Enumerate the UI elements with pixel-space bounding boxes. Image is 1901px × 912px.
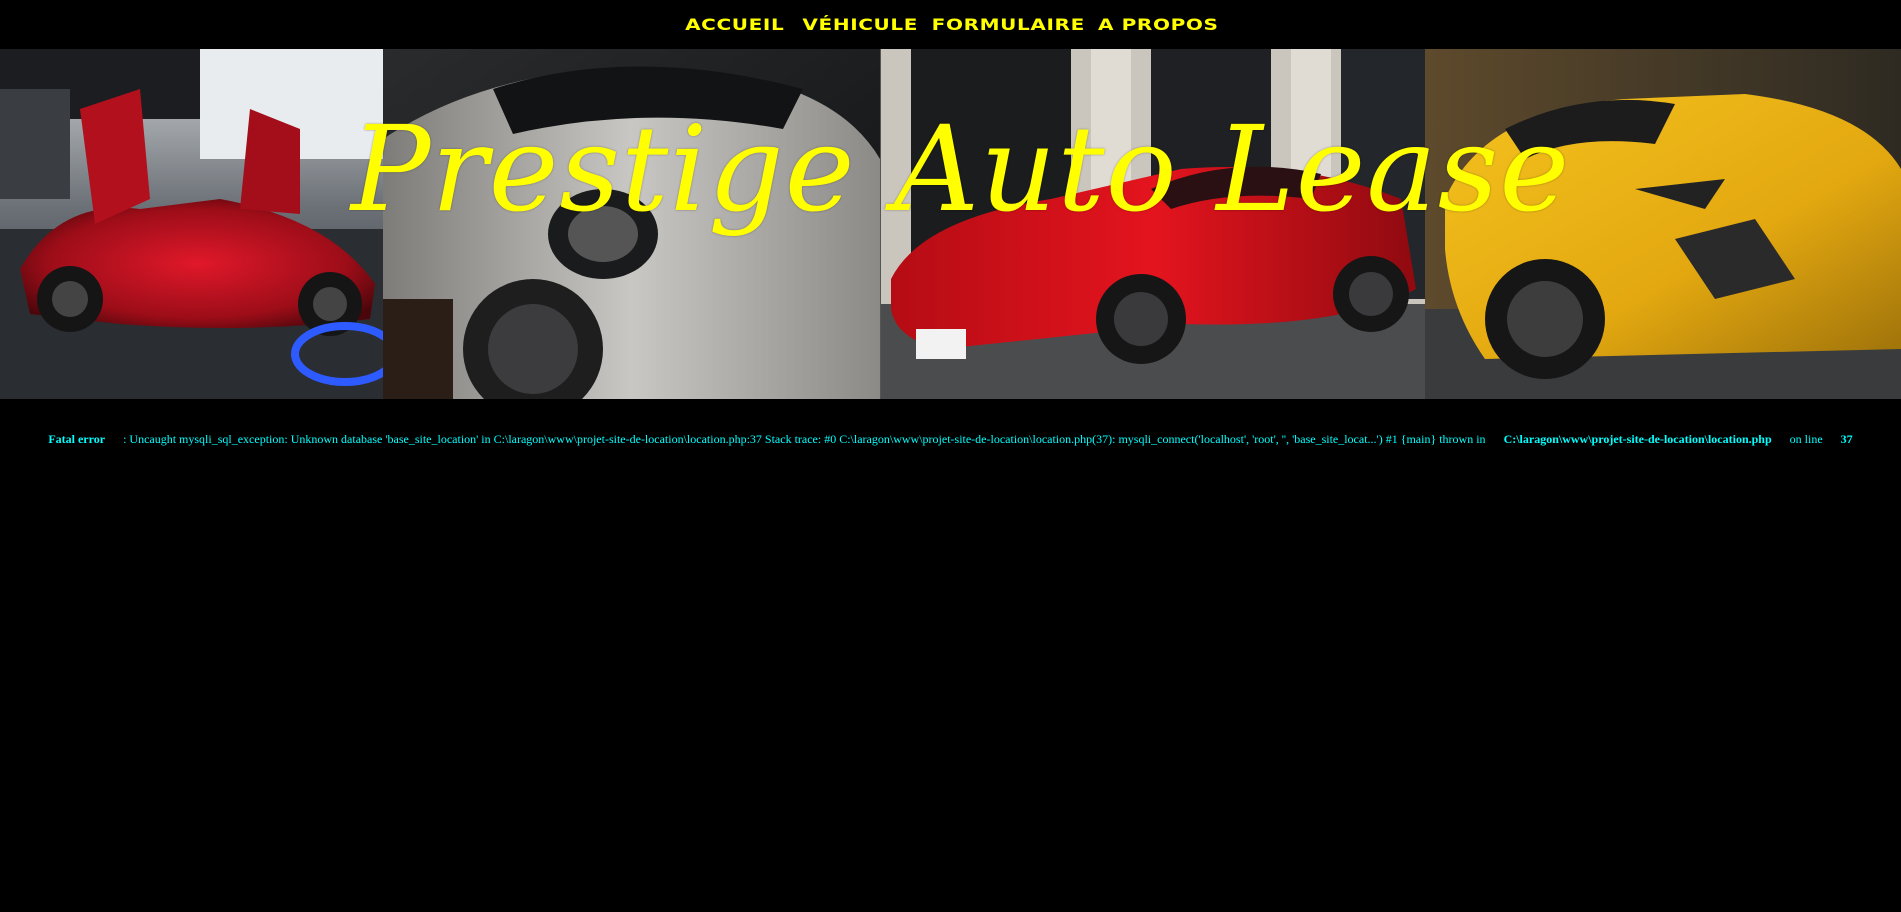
nav-link-vehicule[interactable]: VÉHICULE bbox=[803, 0, 919, 49]
error-file-path: C:\laragon\www\projet-site-de-location\l… bbox=[1503, 432, 1772, 446]
main-navigation: ACCUEIL VÉHICULE FORMULAIRE A PROPOS bbox=[0, 0, 1901, 49]
site-title: Prestige Auto Lease bbox=[350, 100, 1571, 238]
nav-link-formulaire[interactable]: FORMULAIRE bbox=[932, 0, 1085, 49]
hero-banner: Prestige Auto Lease bbox=[0, 49, 1901, 399]
error-on-line-text: on line bbox=[1789, 432, 1823, 446]
page: ACCUEIL VÉHICULE FORMULAIRE A PROPOS Pre… bbox=[0, 0, 1901, 912]
php-fatal-error: Fatal error : Uncaught mysqli_sql_excepti… bbox=[0, 428, 1901, 450]
error-message: : Uncaught mysqli_sql_exception: Unknown… bbox=[123, 432, 1486, 446]
error-label: Fatal error bbox=[48, 432, 106, 446]
nav-link-accueil[interactable]: ACCUEIL bbox=[685, 0, 784, 49]
error-line-number: 37 bbox=[1840, 432, 1853, 446]
nav-link-a-propos[interactable]: A PROPOS bbox=[1097, 0, 1218, 49]
